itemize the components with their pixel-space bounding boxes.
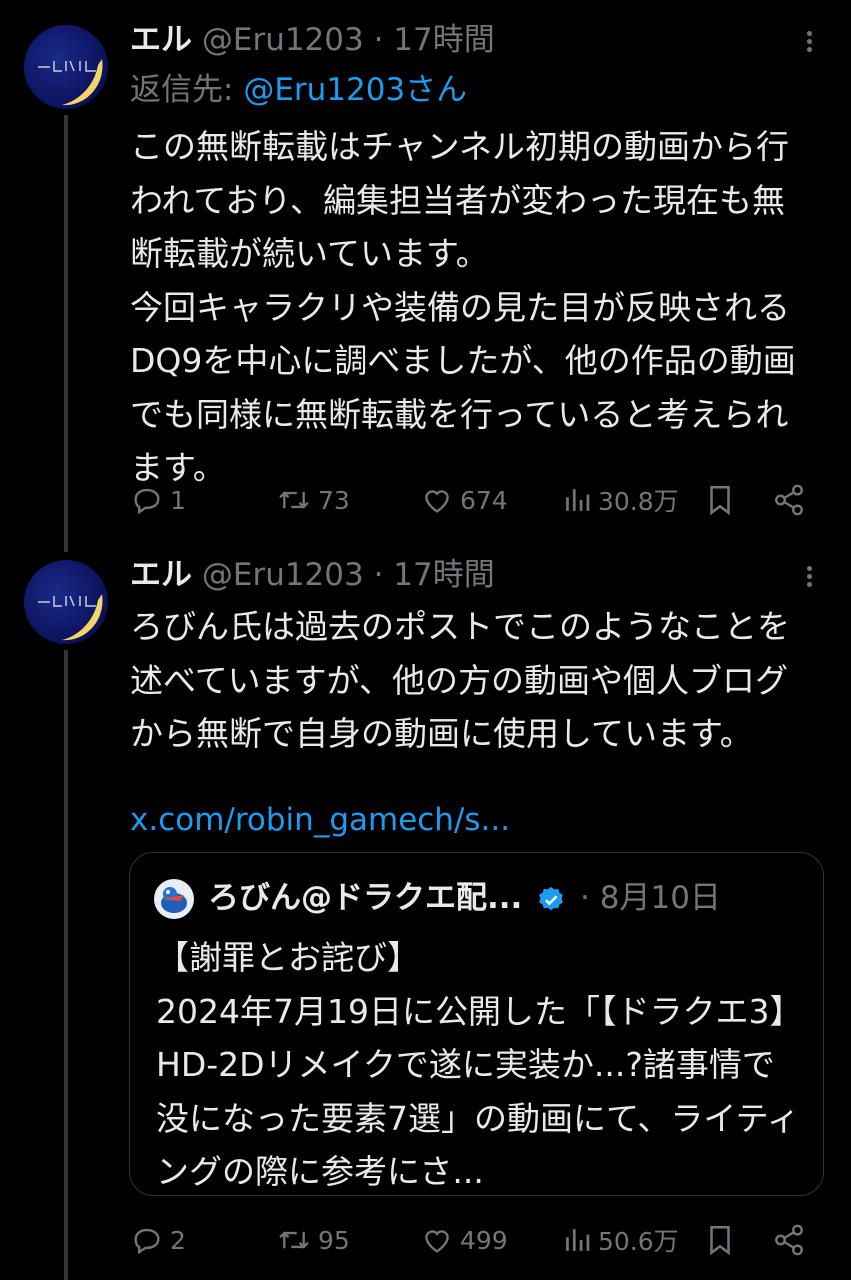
reply-count: 2 xyxy=(170,1225,186,1255)
tweet-text: ろびん氏は過去のポストでこのようなことを述べていますが、他の方の動画や個人ブログ… xyxy=(130,607,790,753)
tweet-text: この無断転載はチャンネル初期の動画から行われており、編集担当者が変わった現在も無… xyxy=(130,127,796,487)
quoted-tweet[interactable]: ろびん@ドラクエ配... · 8月10日 【謝罪とお詫び】 2024年7月19日… xyxy=(129,852,824,1196)
share-icon xyxy=(775,1224,803,1256)
like-icon xyxy=(425,490,449,513)
like-button[interactable]: 499 xyxy=(420,1220,508,1260)
views-button[interactable]: 50.6万 xyxy=(562,1220,679,1260)
thread-line xyxy=(64,650,68,1280)
repost-icon xyxy=(279,491,309,509)
views-count: 50.6万 xyxy=(598,1227,679,1256)
action-bar: 1 73 674 30.8万 xyxy=(130,480,810,520)
views-icon xyxy=(566,489,590,511)
more-icon[interactable] xyxy=(800,28,818,58)
author-name[interactable]: エル xyxy=(130,557,192,593)
share-icon xyxy=(775,484,803,516)
reply-icon xyxy=(134,488,160,515)
like-icon xyxy=(425,1230,449,1253)
reply-button[interactable]: 1 xyxy=(130,480,186,520)
tweet-link[interactable]: x.com/robin_gamech/s... xyxy=(130,800,510,840)
share-button[interactable] xyxy=(772,1220,806,1260)
views-button[interactable]: 30.8万 xyxy=(562,480,679,520)
action-bar: 2 95 499 50.6万 xyxy=(130,1220,810,1260)
quoted-avatar xyxy=(154,879,194,919)
tweet-header: エル @Eru1203 · 17時間 xyxy=(130,555,495,595)
reply-button[interactable]: 2 xyxy=(130,1220,186,1260)
repost-icon xyxy=(279,1231,309,1249)
reply-label: 返信先: xyxy=(130,72,244,108)
quoted-author-name: ろびん@ドラクエ配... xyxy=(208,880,523,916)
timestamp[interactable]: 17時間 xyxy=(393,22,494,58)
thread-line xyxy=(64,115,68,552)
author-handle[interactable]: @Eru1203 xyxy=(202,22,364,58)
separator: · xyxy=(363,22,394,58)
timestamp[interactable]: 17時間 xyxy=(393,557,494,593)
bird-avatar-icon xyxy=(161,887,187,913)
reply-icon xyxy=(134,1228,160,1255)
avatar[interactable] xyxy=(24,560,108,644)
avatar-moon-icon xyxy=(38,59,103,106)
repost-count: 73 xyxy=(318,485,350,515)
quoted-text: 【謝罪とお詫び】 2024年7月19日に公開した「【ドラクエ3】HD-2Dリメイ… xyxy=(156,938,803,1191)
author-name[interactable]: エル xyxy=(130,22,192,58)
bookmark-button[interactable] xyxy=(704,1220,736,1260)
share-button[interactable] xyxy=(772,480,806,520)
repost-button[interactable]: 95 xyxy=(276,1220,350,1260)
author-handle[interactable]: @Eru1203 xyxy=(202,557,364,593)
avatar-moon-icon xyxy=(38,594,103,641)
separator: · xyxy=(570,880,600,916)
reply-count: 1 xyxy=(170,485,186,515)
repost-count: 95 xyxy=(318,1225,350,1255)
separator: · xyxy=(363,557,394,593)
like-button[interactable]: 674 xyxy=(420,480,508,520)
quoted-date: 8月10日 xyxy=(599,880,721,916)
views-count: 30.8万 xyxy=(598,487,679,516)
bookmark-icon xyxy=(710,485,730,516)
quoted-header: ろびん@ドラクエ配... · 8月10日 xyxy=(208,877,721,919)
repost-button[interactable]: 73 xyxy=(276,480,350,520)
avatar[interactable] xyxy=(24,25,108,109)
reply-to: 返信先: @Eru1203さん xyxy=(130,70,467,110)
bookmark-icon xyxy=(710,1225,730,1256)
bookmark-button[interactable] xyxy=(704,480,736,520)
like-count: 499 xyxy=(460,1225,508,1255)
verified-badge-icon xyxy=(539,886,564,910)
more-icon[interactable] xyxy=(800,563,818,593)
like-count: 674 xyxy=(460,485,508,515)
views-icon xyxy=(566,1229,590,1251)
tweet-header: エル @Eru1203 · 17時間 xyxy=(130,20,495,60)
reply-mention[interactable]: @Eru1203さん xyxy=(243,72,467,108)
